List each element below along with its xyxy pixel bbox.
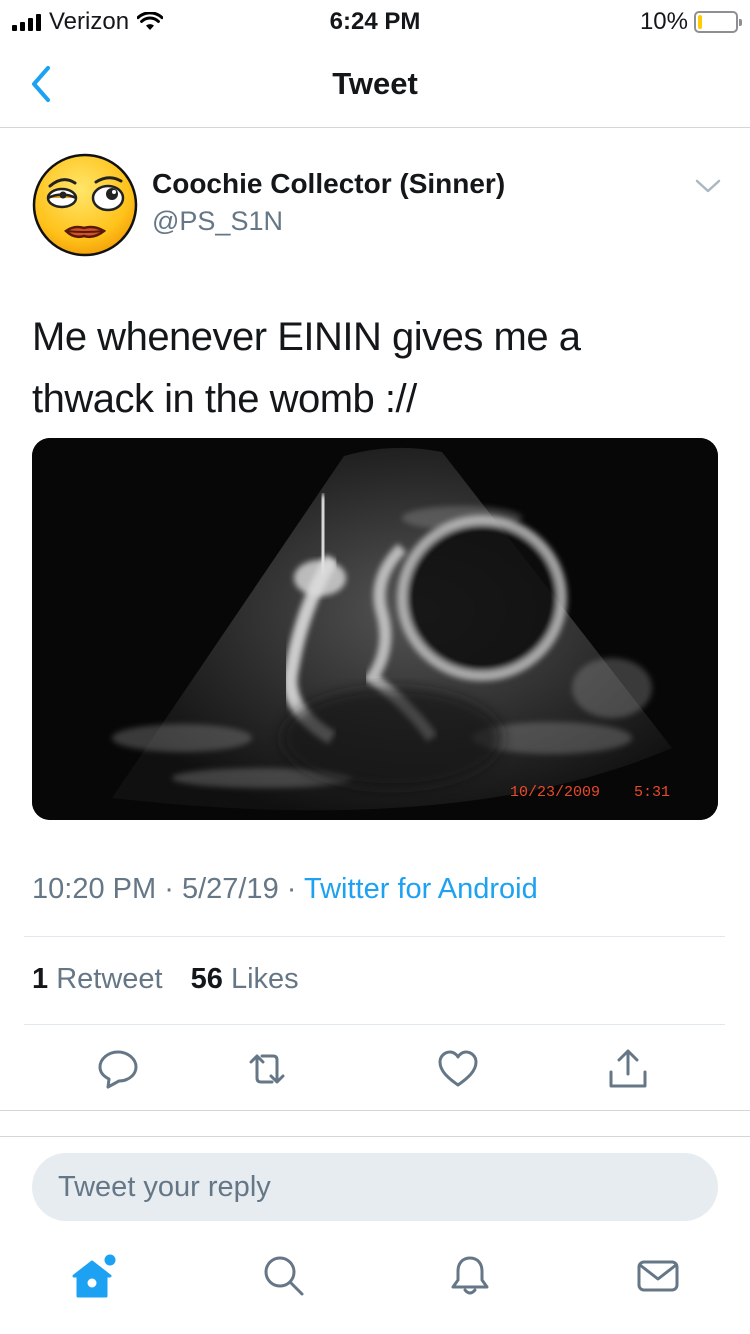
divider <box>24 1024 725 1025</box>
tweet-source-link[interactable]: Twitter for Android <box>304 873 538 905</box>
tweet-text-line: thwack in the womb :// <box>32 377 417 421</box>
page-title: Tweet <box>332 66 418 101</box>
home-icon <box>72 1254 116 1298</box>
author-handle[interactable]: @PS_S1N <box>152 206 283 237</box>
nav-bar: Tweet <box>0 40 750 128</box>
avatar[interactable] <box>32 153 138 257</box>
retweet-label: Retweet <box>56 963 163 995</box>
battery-icon <box>694 11 742 33</box>
tab-notifications[interactable] <box>446 1252 494 1300</box>
divider <box>24 936 725 937</box>
tweet-timestamp: 10:20 PM · 5/27/19 · Twitter for Android <box>32 873 538 906</box>
author-name[interactable]: Coochie Collector (Sinner) <box>152 168 505 200</box>
ultrasound-image: 10/23/2009 5:31 <box>32 438 718 820</box>
envelope-icon <box>637 1260 679 1292</box>
like-label: Likes <box>230 963 299 995</box>
reply-button[interactable] <box>96 1048 140 1090</box>
retweet-icon <box>249 1054 285 1084</box>
heart-icon <box>438 1050 478 1087</box>
tab-search[interactable] <box>260 1252 308 1300</box>
ultrasound-date: 10/23/2009 <box>510 784 600 801</box>
status-time: 6:24 PM <box>329 8 421 35</box>
tab-bar <box>0 1238 750 1334</box>
divider <box>0 1110 750 1111</box>
separator: · <box>286 873 297 905</box>
search-icon <box>264 1256 304 1296</box>
reply-icon <box>98 1050 138 1089</box>
likes-stat[interactable]: 56 Likes <box>191 963 299 995</box>
more-options-button[interactable] <box>692 174 724 198</box>
reply-bar <box>0 1136 750 1238</box>
retweet-count: 1 <box>32 963 49 995</box>
tweet-image[interactable]: 10/23/2009 5:31 <box>32 438 718 820</box>
tweet-text: Me whenever EININ gives me a thwack in t… <box>32 306 722 430</box>
tab-home[interactable] <box>70 1252 118 1300</box>
separator: · <box>164 873 174 905</box>
tweet-text-line: Me whenever EININ gives me a <box>32 315 581 359</box>
chevron-down-icon <box>695 179 721 193</box>
like-count: 56 <box>190 963 223 995</box>
tweet-date: 5/27/19 <box>181 873 279 905</box>
share-button[interactable] <box>606 1048 650 1090</box>
tweet-actions <box>0 1048 750 1090</box>
bell-icon <box>451 1256 489 1295</box>
rolling-eyes-emoji-icon <box>32 153 138 257</box>
retweets-stat[interactable]: 1 Retweet <box>32 963 163 995</box>
retweet-button[interactable] <box>245 1048 289 1090</box>
battery-percent: 10% <box>639 8 688 35</box>
tweet-time: 10:20 PM <box>32 873 157 905</box>
tab-messages[interactable] <box>634 1252 682 1300</box>
ultrasound-time: 5:31 <box>634 784 670 801</box>
battery-level <box>698 15 702 29</box>
share-icon <box>609 1049 647 1088</box>
status-right: 10% <box>639 8 742 36</box>
reply-input[interactable] <box>32 1153 718 1221</box>
tweet-stats: 1 Retweet 56 Likes <box>32 963 299 996</box>
like-button[interactable] <box>436 1048 480 1090</box>
status-bar: Verizon 6:24 PM 10% <box>0 0 750 40</box>
